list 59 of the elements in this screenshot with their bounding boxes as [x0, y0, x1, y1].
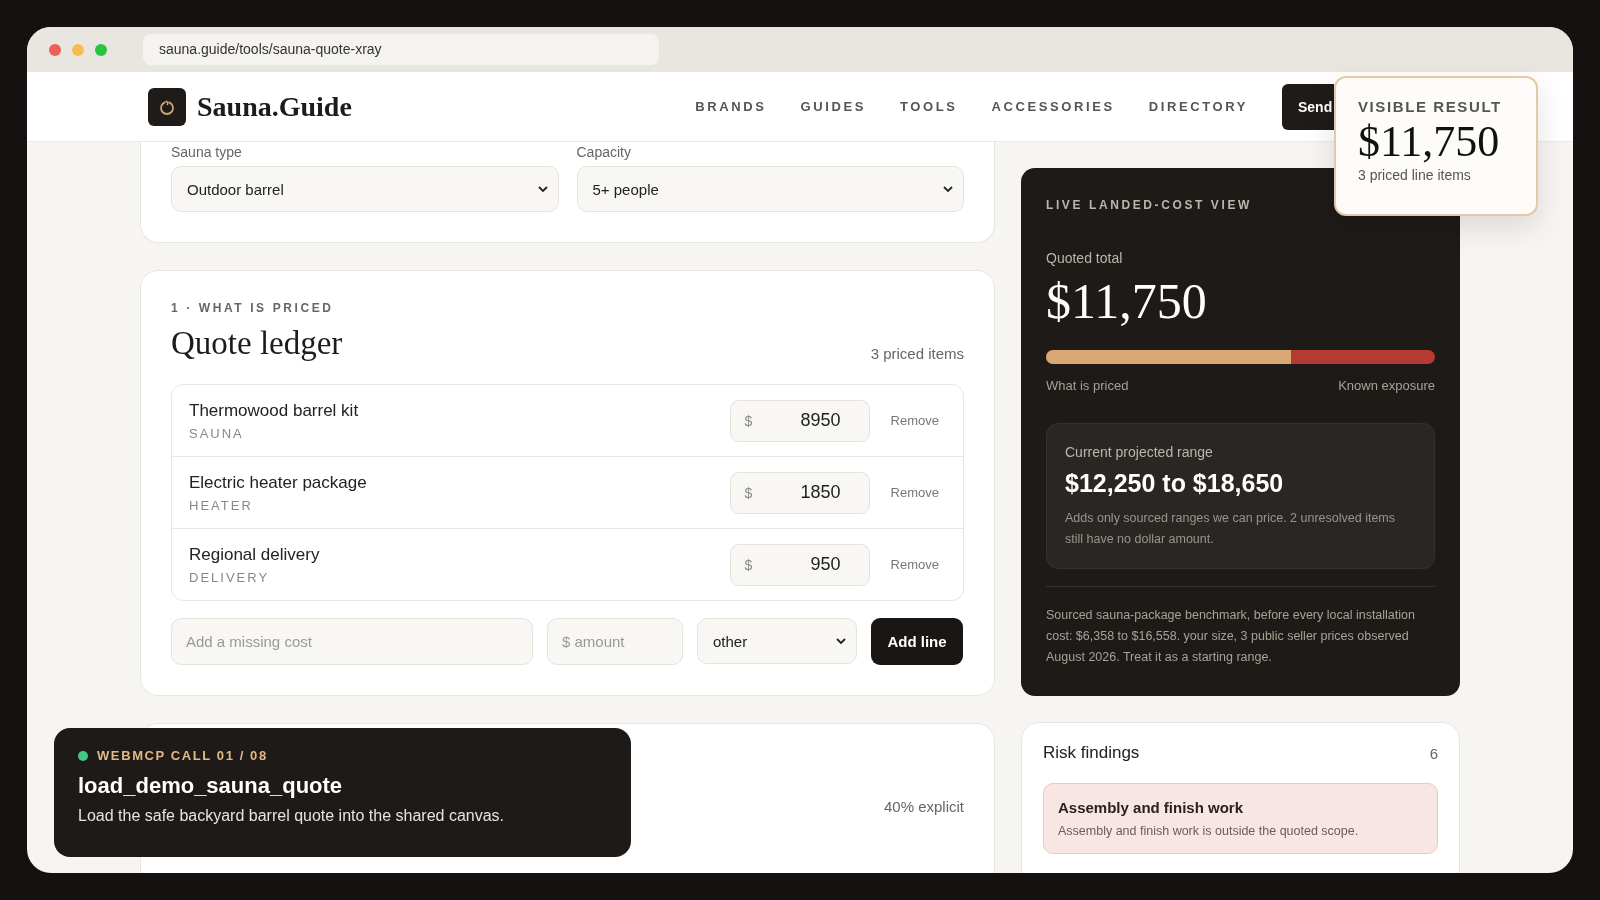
status-dot	[78, 750, 88, 761]
range-value: $12,250 to $18,650	[1065, 469, 1285, 498]
item-count: 3 priced items	[870, 345, 964, 362]
site-logo[interactable]: Sauna.Guide	[197, 90, 352, 123]
remove-button[interactable]: Remove	[890, 413, 939, 428]
maximize-icon[interactable]	[95, 43, 107, 56]
panel-eyebrow: LIVE LANDED-COST VIEW	[1046, 198, 1253, 212]
select-field[interactable]: Outdoor barrel	[171, 166, 559, 212]
send-button[interactable]: Send	[1282, 83, 1334, 130]
nav-link[interactable]: BRANDS	[695, 99, 767, 114]
section-eyebrow: 1 · WHAT IS PRICED	[171, 301, 335, 315]
range-note: Adds only sourced ranges we can price. 2 unresolved items still have no dollar amount.	[1065, 510, 1397, 548]
finding-count: 6	[1429, 744, 1438, 762]
bar-label: What is priced	[1046, 378, 1129, 393]
nav-link[interactable]: DIRECTORY	[1148, 99, 1248, 114]
line-item-category: HEATER	[189, 497, 254, 513]
line-item-category: SAUNA	[189, 425, 245, 441]
close-icon[interactable]	[49, 43, 61, 56]
amount-field[interactable]: $ 8950	[729, 399, 870, 442]
nav-link[interactable]: GUIDES	[800, 99, 866, 114]
select-field[interactable]: 5+ people	[576, 166, 964, 212]
range-label: Current projected range	[1065, 444, 1214, 460]
remove-button[interactable]: Remove	[890, 557, 939, 572]
quoted-total: $11,750	[1046, 272, 1208, 330]
remove-button[interactable]: Remove	[890, 485, 939, 500]
result-detail: 3 priced line items	[1358, 167, 1472, 183]
address-bar[interactable]: sauna.guide/tools/sauna-quote-xray	[143, 34, 659, 65]
line-item-name: Thermowood barrel kit	[189, 400, 360, 421]
minimize-icon[interactable]	[72, 43, 84, 56]
result-value: $11,750	[1358, 119, 1501, 165]
bar-label: Known exposure	[1338, 378, 1435, 393]
benchmark-note: Sourced sauna-package benchmark, before every local installation cost: $6,358 to $16,558. your size, 3 public seller prices observed August 2026. Treat it as a starting range.	[1046, 586, 1435, 668]
call-name: load_demo_sauna_quote	[78, 773, 344, 799]
caret-icon	[537, 185, 548, 193]
cost-name-field[interactable]: Add a missing cost	[171, 618, 533, 665]
caret-icon	[836, 637, 846, 645]
explicit-share: 40% explicit	[883, 798, 964, 817]
logo-icon[interactable]	[148, 87, 186, 126]
section-title: Quote ledger	[171, 325, 343, 362]
total-label: Quoted total	[1046, 250, 1124, 266]
finding-title: Assembly and finish work	[1058, 799, 1245, 816]
amount-field[interactable]: $ 1850	[729, 471, 870, 514]
nav-link[interactable]: TOOLS	[899, 99, 958, 114]
line-item-category: DELIVERY	[189, 569, 271, 585]
line-item-name: Electric heater package	[189, 472, 368, 493]
nav-link[interactable]: ACCESSORIES	[991, 99, 1115, 114]
finding-text: Assembly and finish work is outside the quoted scope.	[1058, 824, 1360, 838]
result-label: VISIBLE RESULT	[1358, 98, 1503, 115]
add-line-button[interactable]: Add line	[871, 618, 963, 665]
caret-icon	[943, 185, 953, 193]
call-label: WEBMCP CALL 01 / 08	[97, 748, 268, 763]
amount-field[interactable]: $ 950	[729, 543, 870, 586]
field-label: Sauna type	[171, 144, 243, 160]
field-label: Capacity	[576, 144, 632, 160]
call-description: Load the safe backyard barrel quote into the shared canvas.	[78, 807, 506, 825]
card-title: Risk findings	[1043, 743, 1140, 763]
amount-field[interactable]: $ amount	[547, 618, 683, 665]
category-select[interactable]: other	[697, 618, 857, 664]
line-item-name: Regional delivery	[189, 544, 321, 565]
